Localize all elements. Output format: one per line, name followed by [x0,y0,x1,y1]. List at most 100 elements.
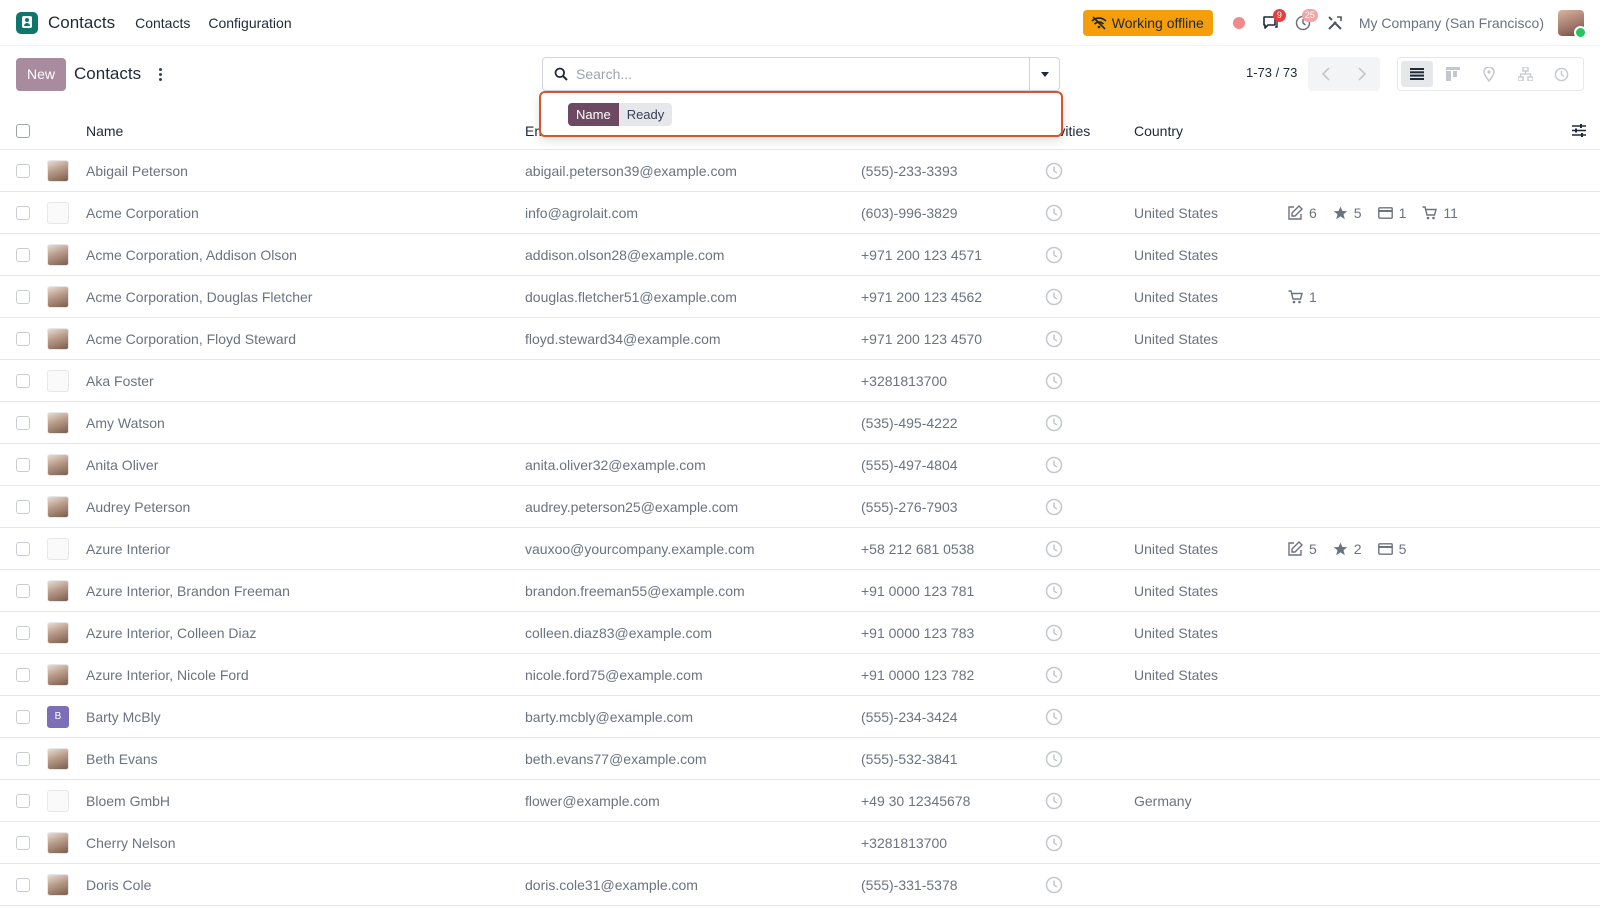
select-all-checkbox[interactable] [16,123,30,138]
search-options-toggle[interactable] [1029,58,1059,90]
table-row[interactable]: Audrey Peterson audrey.peterson25@example… [0,486,1600,528]
activity-clock-icon[interactable] [1045,486,1063,527]
contact-country: United States [1134,666,1219,683]
invoices-stat[interactable]: 1 [1377,205,1406,221]
actions-menu-icon[interactable] [155,67,165,81]
activity-clock-icon[interactable] [1045,864,1063,905]
activity-clock-icon[interactable] [1045,192,1063,233]
tools-icon [1328,15,1342,30]
activity-clock-icon[interactable] [1045,234,1063,275]
table-row[interactable]: Bloem GmbH flower@example.com +49 30 12345… [0,780,1600,822]
chevron-right-icon [1358,67,1366,81]
meetings-stat[interactable]: 5 [1288,541,1317,557]
facet-name: Name [568,102,619,126]
row-checkbox[interactable] [16,625,30,640]
wifi-off-icon [1091,15,1107,30]
company-switcher[interactable]: My Company (San Francisco) [1359,15,1544,31]
messages-button[interactable]: 9 [1255,7,1287,39]
search-input[interactable] [576,66,1029,82]
user-avatar[interactable] [1558,9,1587,39]
activity-clock-icon[interactable] [1045,444,1063,485]
opportunities-stat[interactable]: 5 [1333,205,1362,221]
app-name[interactable]: Contacts [48,13,115,33]
activity-clock-icon[interactable] [1045,570,1063,611]
table-row[interactable]: Beth Evans beth.evans77@example.com (555)-… [0,738,1600,780]
table-row[interactable]: B Barty McBly barty.mcbly@example.com (555)… [0,696,1600,738]
activity-clock-icon[interactable] [1045,276,1063,317]
column-country[interactable]: Country [1134,112,1183,149]
table-row[interactable]: Azure Interior, Nicole Ford nicole.ford75… [0,654,1600,696]
table-row[interactable]: Cherry Nelson +3281813700 [0,822,1600,864]
row-checkbox[interactable] [16,415,30,430]
record-button[interactable] [1223,7,1255,39]
contact-email: info@agrolait.com [525,204,639,221]
row-checkbox[interactable] [16,457,30,472]
activity-clock-icon[interactable] [1045,822,1063,863]
contact-avatar [47,243,69,266]
row-checkbox[interactable] [16,247,30,262]
table-row[interactable]: Azure Interior vauxoo@yourcompany.example… [0,528,1600,570]
row-checkbox[interactable] [16,541,30,556]
opportunities-stat[interactable]: 2 [1333,541,1362,557]
contact-phone: (535)-495-4222 [861,414,958,431]
contacts-app-icon[interactable] [16,11,38,34]
activity-clock-icon[interactable] [1045,402,1063,443]
column-name[interactable]: Name [86,112,123,149]
hierarchy-view-button[interactable] [1509,61,1541,87]
kanban-view-button[interactable] [1437,61,1469,87]
optional-columns-button[interactable] [1572,124,1586,140]
avatar-cell [47,570,69,611]
table-row[interactable]: Anita Oliver anita.oliver32@example.com (5… [0,444,1600,486]
sales-stat[interactable]: 11 [1422,205,1458,221]
table-row[interactable]: Amy Watson (535)-495-4222 [0,402,1600,444]
new-button[interactable]: New [16,57,67,91]
row-checkbox[interactable] [16,667,30,682]
table-row[interactable]: Doris Cole doris.cole31@example.com (555)-… [0,864,1600,906]
row-checkbox[interactable] [16,751,30,766]
activity-clock-icon[interactable] [1045,318,1063,359]
row-checkbox[interactable] [16,835,30,850]
menu-configuration[interactable]: Configuration [208,15,291,31]
activity-view-button[interactable] [1545,61,1577,87]
table-row[interactable]: Acme Corporation, Addison Olson addison.o… [0,234,1600,276]
activity-clock-icon[interactable] [1045,780,1063,821]
table-row[interactable]: Abigail Peterson abigail.peterson39@examp… [0,150,1600,192]
activities-button[interactable]: 25 [1287,7,1319,39]
invoices-stat[interactable]: 5 [1377,541,1406,557]
menu-contacts[interactable]: Contacts [135,15,190,31]
meetings-stat[interactable]: 6 [1288,205,1317,221]
table-row[interactable]: Azure Interior, Colleen Diaz colleen.diaz… [0,612,1600,654]
activity-clock-icon[interactable] [1045,150,1063,191]
search-facet[interactable]: Name Ready [568,102,673,126]
table-row[interactable]: Acme Corporation info@agrolait.com (603)-9… [0,192,1600,234]
debug-tools-button[interactable] [1319,7,1351,39]
contact-name: Cherry Nelson [86,834,176,851]
row-checkbox[interactable] [16,499,30,514]
activity-clock-icon[interactable] [1045,612,1063,653]
row-checkbox[interactable] [16,331,30,346]
row-checkbox[interactable] [16,289,30,304]
row-checkbox[interactable] [16,373,30,388]
activity-clock-icon[interactable] [1045,360,1063,401]
activity-clock-icon[interactable] [1045,738,1063,779]
row-checkbox[interactable] [16,877,30,892]
row-checkbox[interactable] [16,793,30,808]
list-view-button[interactable] [1401,61,1433,87]
activity-clock-icon[interactable] [1045,654,1063,695]
table-row[interactable]: Acme Corporation, Floyd Steward floyd.ste… [0,318,1600,360]
table-row[interactable]: Aka Foster +3281813700 [0,360,1600,402]
row-checkbox[interactable] [16,205,30,220]
row-checkbox[interactable] [16,709,30,724]
table-row[interactable]: Azure Interior, Brandon Freeman brandon.f… [0,570,1600,612]
pager-value[interactable]: 1-73 / 73 [1246,65,1297,80]
row-checkbox[interactable] [16,163,30,178]
sales-stat[interactable]: 1 [1288,289,1317,305]
activity-clock-icon[interactable] [1045,696,1063,737]
pager-next-button[interactable] [1344,57,1380,91]
activity-clock-icon[interactable] [1045,528,1063,569]
working-offline-badge[interactable]: Working offline [1082,9,1213,36]
table-row[interactable]: Acme Corporation, Douglas Fletcher dougla… [0,276,1600,318]
map-view-button[interactable] [1473,61,1505,87]
pager-previous-button[interactable] [1308,57,1344,91]
row-checkbox[interactable] [16,583,30,598]
